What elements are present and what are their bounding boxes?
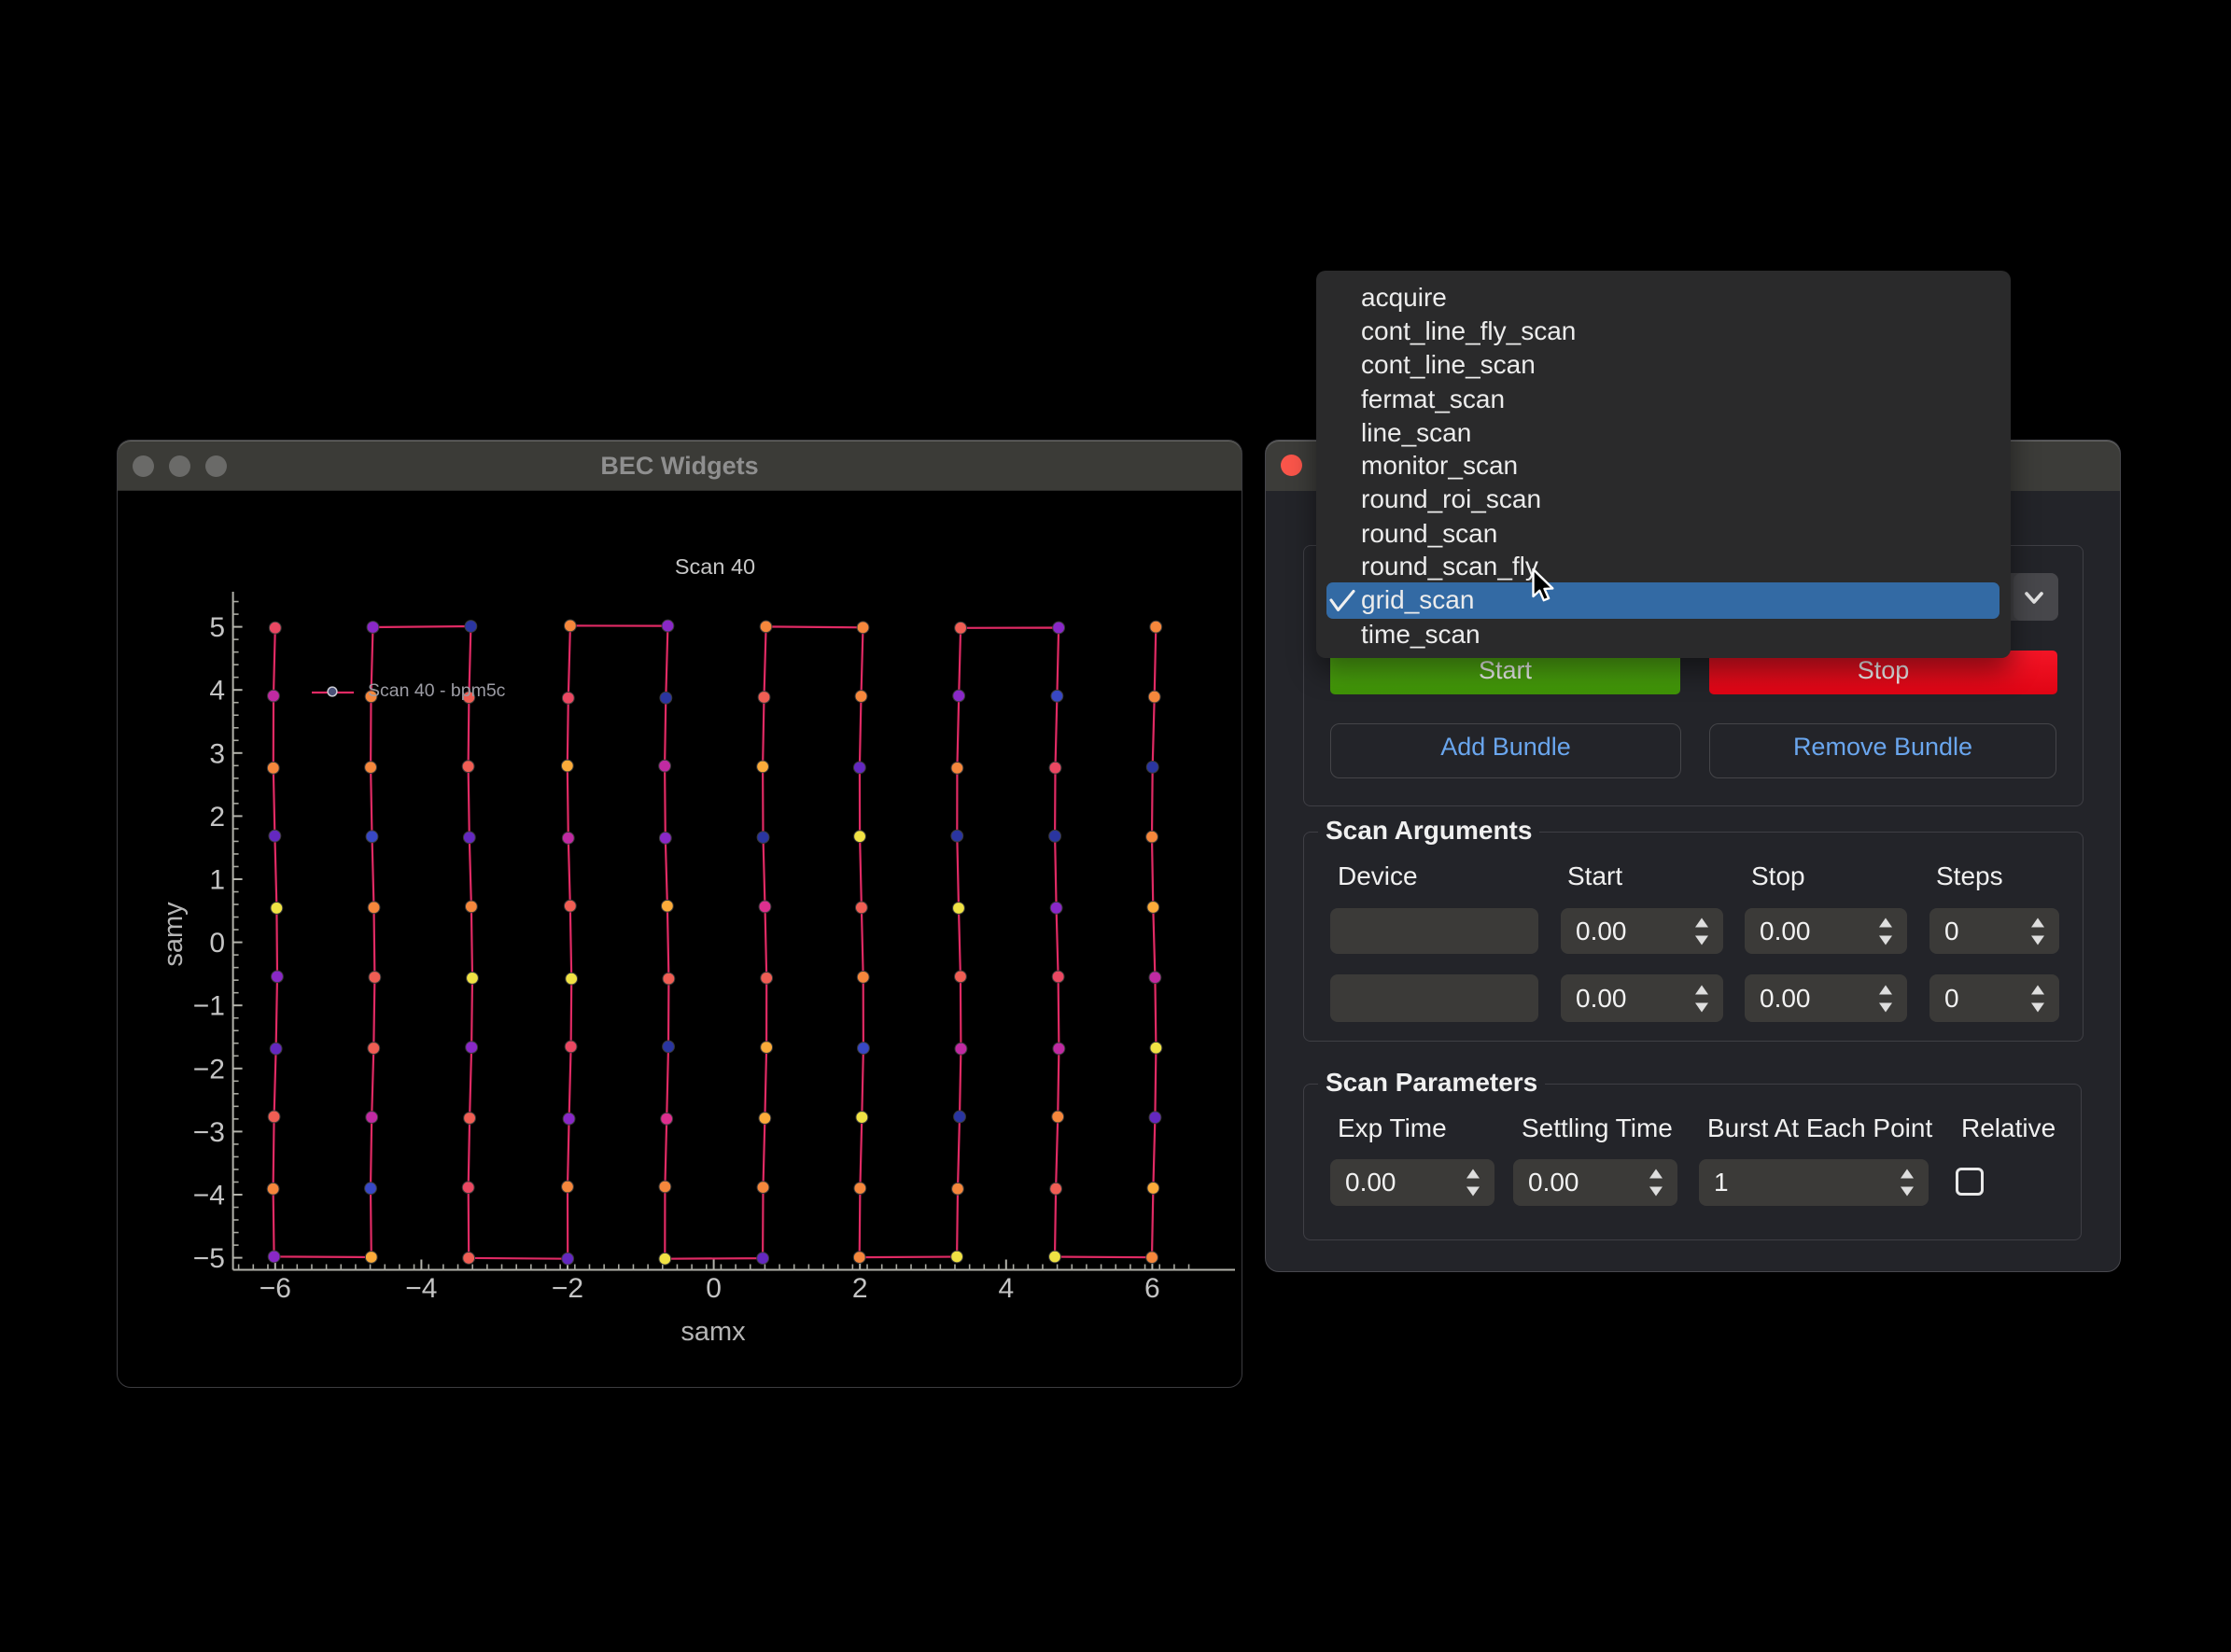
svg-text:1: 1 <box>209 865 225 896</box>
svg-text:−5: −5 <box>193 1243 225 1274</box>
svg-text:−2: −2 <box>552 1273 583 1304</box>
svg-text:−4: −4 <box>405 1273 437 1304</box>
svg-text:samy: samy <box>159 902 189 967</box>
svg-text:−6: −6 <box>260 1273 291 1304</box>
svg-text:5: 5 <box>209 612 225 643</box>
svg-text:0: 0 <box>209 928 225 959</box>
svg-text:6: 6 <box>1144 1273 1160 1304</box>
svg-text:−4: −4 <box>193 1181 225 1211</box>
svg-text:Scan 40: Scan 40 <box>675 554 755 579</box>
svg-text:−3: −3 <box>193 1117 225 1148</box>
svg-text:0: 0 <box>706 1273 722 1304</box>
svg-text:−2: −2 <box>193 1054 225 1085</box>
svg-text:2: 2 <box>852 1273 868 1304</box>
svg-text:samx: samx <box>681 1317 746 1347</box>
svg-text:2: 2 <box>209 802 225 833</box>
svg-text:4: 4 <box>998 1273 1014 1304</box>
svg-text:Scan 40 - bpm5c: Scan 40 - bpm5c <box>368 680 506 701</box>
svg-text:−1: −1 <box>193 991 225 1022</box>
svg-text:3: 3 <box>209 738 225 769</box>
svg-text:4: 4 <box>209 676 225 707</box>
